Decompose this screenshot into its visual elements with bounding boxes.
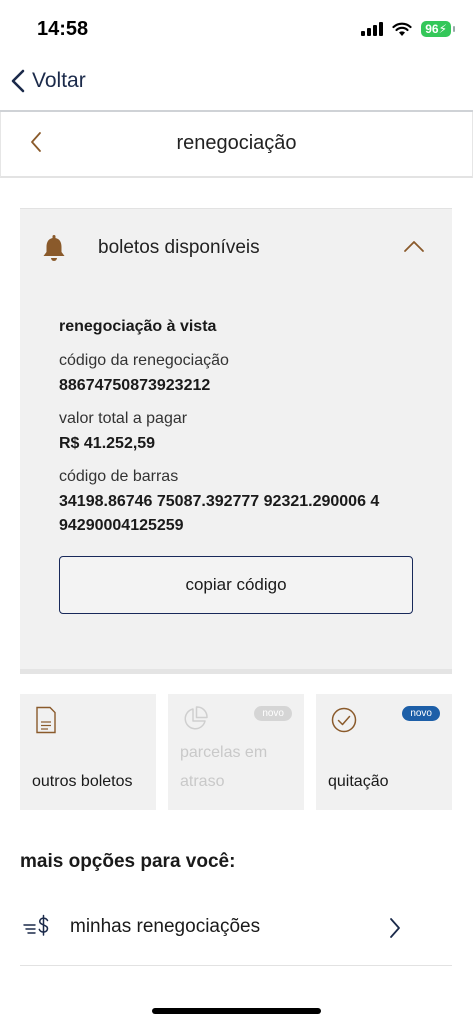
home-indicator <box>152 1008 321 1014</box>
nav-back-label: Voltar <box>32 69 86 92</box>
codigo-value: 88674750873923212 <box>59 377 211 394</box>
tile-outros-boletos[interactable]: outros boletos <box>20 694 156 810</box>
renegotiation-heading: renegociação à vista <box>59 318 217 335</box>
status-bar: 14:58 96⚡ <box>0 0 473 60</box>
list-item-label: minhas renegociações <box>70 916 261 937</box>
nav-back-button[interactable]: Voltar <box>10 68 86 94</box>
new-badge: novo <box>254 706 292 721</box>
copy-code-button[interactable]: copiar código <box>59 556 413 614</box>
barras-label: código de barras <box>59 468 179 485</box>
valor-label: valor total a pagar <box>59 410 188 427</box>
money-lines-icon <box>23 914 49 936</box>
tile-label: quitação <box>328 773 389 790</box>
chevron-left-icon <box>11 69 25 93</box>
card-title: boletos disponíveis <box>98 237 260 258</box>
chevron-up-icon <box>404 241 424 252</box>
tile-label-line1: parcelas em <box>180 744 268 761</box>
status-time: 14:58 <box>37 18 89 40</box>
boletos-card: boletos disponíveis renegociação à vista… <box>20 208 452 674</box>
page-title: renegociação <box>176 132 297 154</box>
list-item-minhas-renegociacoes[interactable]: minhas renegociações <box>20 896 452 966</box>
more-options-title: mais opções para você: <box>20 851 236 872</box>
collapse-button[interactable] <box>403 239 425 258</box>
tile-label: parcelas em atraso <box>180 738 267 796</box>
barras-value-line2: 94290004125259 <box>59 517 184 534</box>
tile-quitacao[interactable]: novo quitação <box>316 694 452 810</box>
battery-level: 96 <box>425 22 439 36</box>
tile-label-line2: atraso <box>180 773 225 790</box>
wifi-icon <box>392 22 412 36</box>
tile-label: outros boletos <box>32 773 133 790</box>
chevron-right-icon <box>390 918 400 938</box>
barras-value-line1: 34198.86746 75087.392777 92321.290006 4 <box>59 493 380 510</box>
tile-parcelas-em-atraso[interactable]: novo parcelas em atraso <box>168 694 304 810</box>
battery-icon: 96⚡ <box>421 21 455 37</box>
bell-icon <box>43 235 65 261</box>
check-circle-icon <box>331 707 357 733</box>
page-header: renegociação <box>0 112 473 178</box>
signal-icon <box>361 22 384 36</box>
new-badge: novo <box>402 706 440 721</box>
document-icon <box>36 706 56 734</box>
valor-value: R$ 41.252,59 <box>59 435 156 452</box>
status-icons: 96⚡ <box>361 21 455 37</box>
codigo-label: código da renegociação <box>59 352 229 369</box>
pie-chart-icon <box>184 706 208 730</box>
